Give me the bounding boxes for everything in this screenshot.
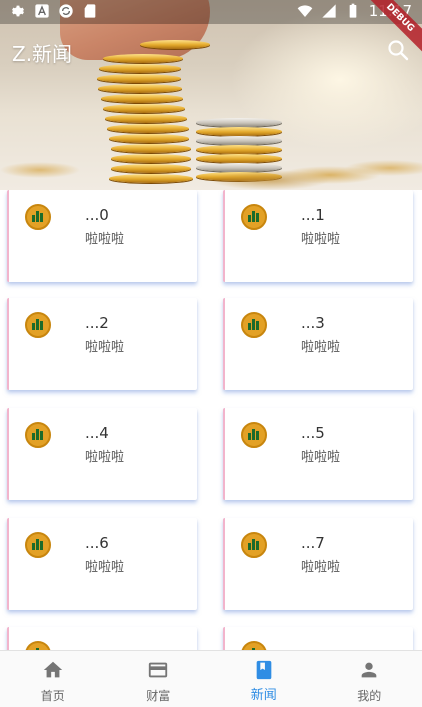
chart-avatar-icon: [25, 204, 51, 230]
card-subtitle: 啦啦啦: [85, 340, 125, 355]
wifi-icon: [297, 5, 313, 17]
news-card[interactable]: ...6 啦啦啦: [7, 518, 197, 610]
status-bar: 11:17: [0, 0, 422, 24]
nav-wealth-label: 财富: [146, 689, 171, 703]
card-subtitle: 啦啦啦: [301, 232, 341, 247]
search-icon[interactable]: [386, 38, 410, 62]
news-grid: ...0 啦啦啦 ...1 啦啦啦 ...2 啦啦啦 ...3 啦啦啦 ...4…: [0, 190, 422, 650]
news-card[interactable]: ...3 啦啦啦: [223, 298, 413, 390]
card-subtitle: 啦啦啦: [301, 450, 341, 465]
settings-icon: [12, 5, 24, 17]
card-title: ...5: [301, 424, 325, 442]
card-subtitle: 啦啦啦: [85, 450, 125, 465]
card-title: ...0: [85, 206, 109, 224]
card-title: ...2: [85, 314, 109, 332]
card-title: ...1: [301, 206, 325, 224]
card-title: ...4: [85, 424, 109, 442]
news-card[interactable]: ...1 啦啦啦: [223, 190, 413, 282]
chart-avatar-icon: [241, 312, 267, 338]
bottom-navigation: 首页 财富 新闻 我的: [0, 650, 422, 707]
news-card[interactable]: [7, 627, 197, 650]
person-icon: [361, 662, 377, 678]
nav-news[interactable]: 新闻: [211, 651, 317, 707]
nav-wealth[interactable]: 财富: [106, 651, 212, 707]
chart-avatar-icon: [25, 641, 51, 650]
card-title: ...6: [85, 534, 109, 552]
card-subtitle: 啦啦啦: [85, 232, 125, 247]
news-card[interactable]: [223, 627, 413, 650]
sd-card-icon: [84, 4, 96, 18]
chart-avatar-icon: [241, 204, 267, 230]
signal-icon: [322, 4, 336, 18]
nav-mine-label: 我的: [357, 689, 382, 703]
chart-avatar-icon: [241, 422, 267, 448]
news-card[interactable]: ...7 啦啦啦: [223, 518, 413, 610]
chart-avatar-icon: [241, 641, 267, 650]
page-title: Z.新闻: [12, 42, 73, 66]
chart-avatar-icon: [25, 422, 51, 448]
chart-avatar-icon: [25, 312, 51, 338]
chart-avatar-icon: [241, 532, 267, 558]
card-subtitle: 啦啦啦: [85, 560, 125, 575]
header-banner: 11:17 DEBUG Z.新闻: [0, 0, 422, 190]
chart-avatar-icon: [25, 532, 51, 558]
sync-icon: [59, 4, 73, 18]
nav-home-label: 首页: [40, 689, 65, 703]
notification-a-icon: [35, 4, 49, 18]
nav-news-label: 新闻: [250, 688, 277, 703]
card-subtitle: 啦啦啦: [301, 560, 341, 575]
book-icon: [256, 660, 272, 680]
news-card[interactable]: ...2 啦啦啦: [7, 298, 197, 390]
news-card[interactable]: ...0 啦啦啦: [7, 190, 197, 282]
card-title: ...3: [301, 314, 325, 332]
home-icon: [43, 661, 62, 678]
card-title: ...7: [301, 534, 325, 552]
card-subtitle: 啦啦啦: [301, 340, 341, 355]
battery-icon: [349, 3, 357, 18]
nav-home[interactable]: 首页: [0, 651, 106, 707]
nav-mine[interactable]: 我的: [317, 651, 422, 707]
credit-card-icon: [149, 662, 168, 678]
news-card[interactable]: ...4 啦啦啦: [7, 408, 197, 500]
news-card[interactable]: ...5 啦啦啦: [223, 408, 413, 500]
